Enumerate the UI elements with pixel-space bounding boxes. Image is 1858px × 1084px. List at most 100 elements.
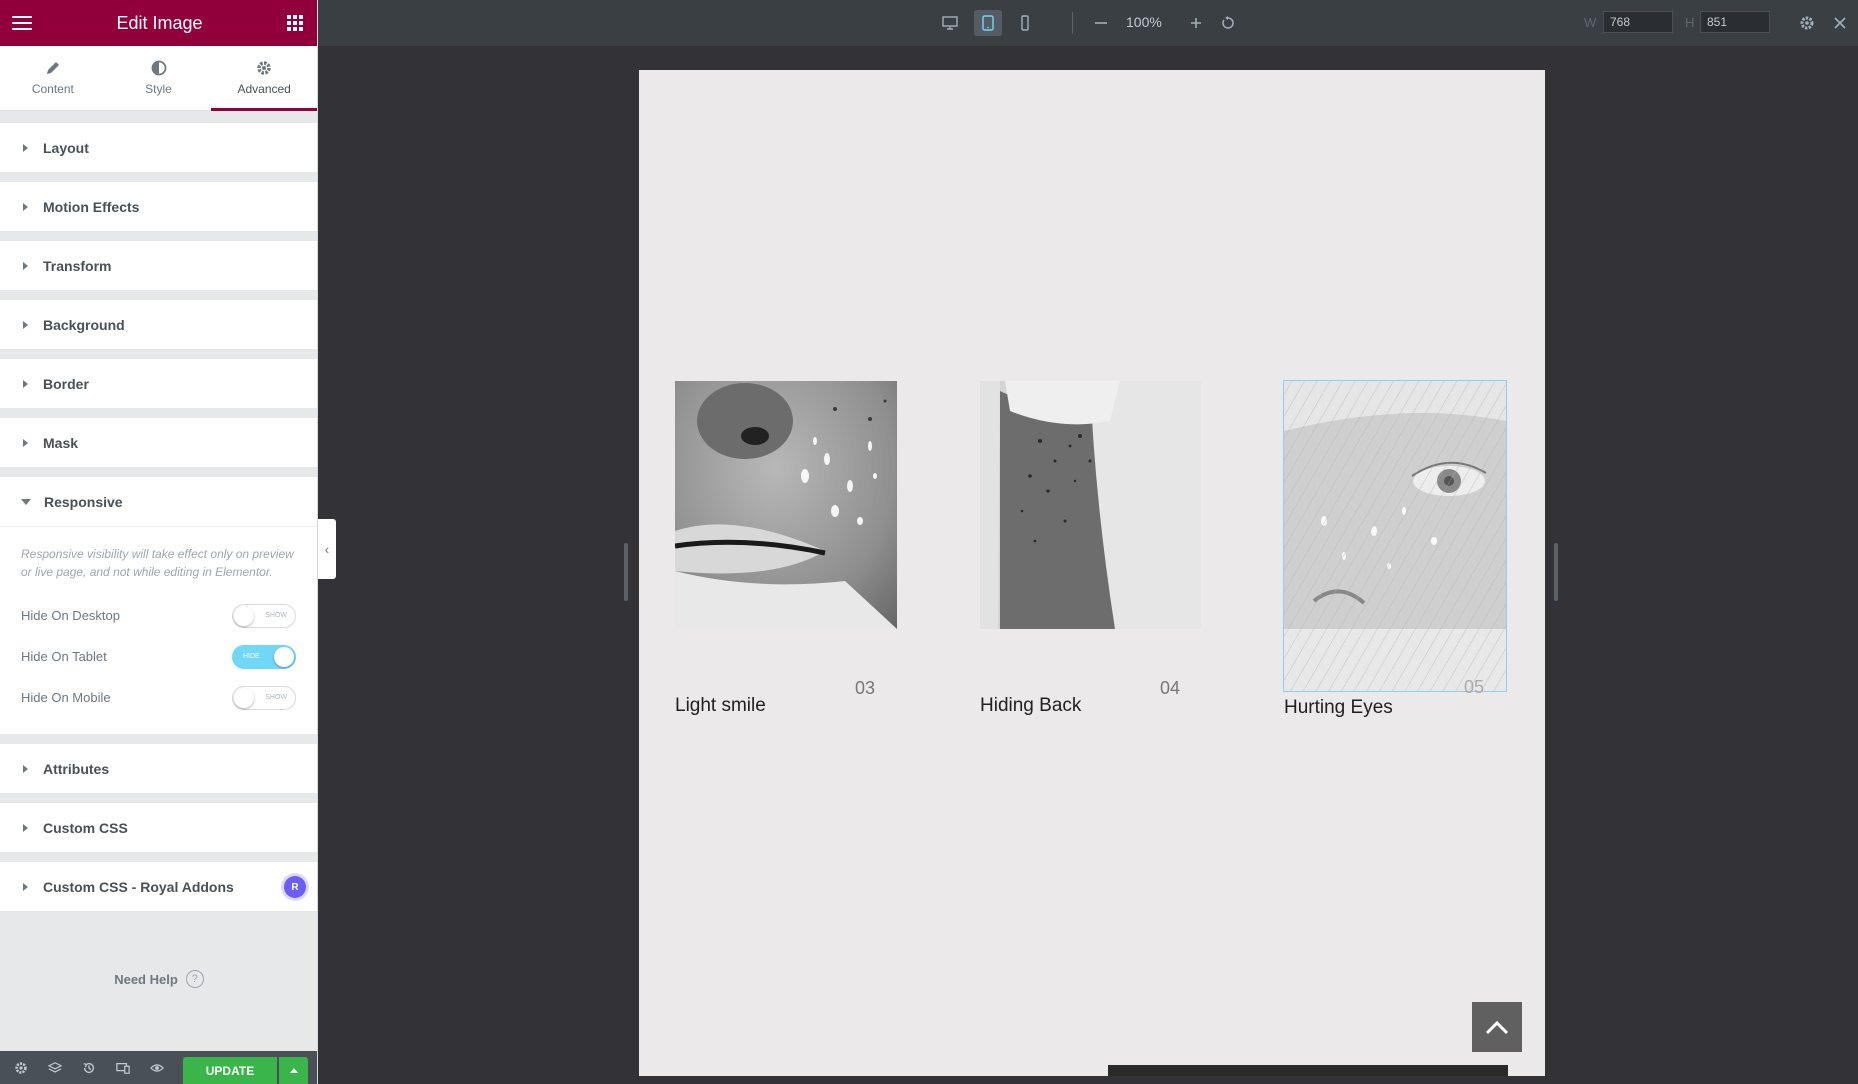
caret-right-icon: [23, 202, 28, 211]
tab-content-label: Content: [31, 82, 74, 96]
tab-content[interactable]: Content: [0, 46, 106, 110]
section-label: Responsive: [44, 493, 123, 510]
card-title: Hurting Eyes: [1284, 697, 1393, 718]
section-motion-effects: Motion Effects: [0, 182, 317, 231]
caret-right-icon: [23, 379, 28, 388]
responsive-mode-icon[interactable]: [110, 1051, 136, 1084]
caret-down-icon: [21, 498, 31, 505]
section-label: Background: [43, 316, 125, 333]
section-list: Layout Motion Effects Transform Backgrou…: [0, 111, 317, 911]
pencil-icon: [46, 62, 59, 74]
section-layout: Layout: [0, 123, 317, 172]
toggle-state: HIDE: [243, 652, 260, 660]
section-label: Custom CSS: [43, 819, 128, 836]
card-number: 03: [855, 678, 876, 698]
section-mask: Mask: [0, 418, 317, 467]
caret-right-icon: [23, 261, 28, 270]
tab-style-label: Style: [145, 82, 172, 96]
width-input[interactable]: [1603, 11, 1673, 33]
update-button[interactable]: UPDATE: [183, 1057, 277, 1084]
section-custom-css: Custom CSS: [0, 803, 317, 852]
need-help-link[interactable]: Need Help ?: [0, 970, 317, 988]
card-image-hiding-back[interactable]: [980, 381, 1201, 629]
zoom-in-icon[interactable]: [1182, 10, 1210, 36]
tab-style[interactable]: Style: [106, 46, 212, 110]
section-attributes: Attributes: [0, 744, 317, 793]
navigator-icon[interactable]: [42, 1051, 68, 1084]
section-label: Custom CSS - Royal Addons: [43, 878, 234, 895]
card-number: 05: [1464, 677, 1485, 697]
canvas-resize-handle-left[interactable]: [624, 543, 628, 601]
widgets-grid-icon[interactable]: [286, 15, 303, 31]
section-attributes-header[interactable]: Attributes: [0, 744, 317, 793]
responsive-panel: Responsive visibility will take effect o…: [0, 526, 317, 734]
reset-zoom-icon[interactable]: [1214, 10, 1242, 36]
caret-right-icon: [23, 882, 28, 891]
zoom-out-icon[interactable]: [1087, 10, 1115, 36]
mobile-view-icon[interactable]: [1011, 10, 1039, 36]
section-border: Border: [0, 359, 317, 408]
toolbar-divider: [1072, 12, 1073, 34]
section-layout-header[interactable]: Layout: [0, 123, 317, 172]
section-label: Border: [43, 375, 89, 392]
caret-right-icon: [23, 438, 28, 447]
responsive-note: Responsive visibility will take effect o…: [21, 547, 294, 579]
section-background: Background: [0, 300, 317, 349]
section-label: Transform: [43, 257, 112, 274]
section-custom-css-royal-header[interactable]: Custom CSS - Royal Addons R: [0, 862, 317, 911]
section-border-header[interactable]: Border: [0, 359, 317, 408]
toggle-knob: [274, 646, 294, 667]
hide-on-mobile-toggle[interactable]: SHOW: [232, 685, 296, 710]
section-mask-header[interactable]: Mask: [0, 418, 317, 467]
section-motion-effects-header[interactable]: Motion Effects: [0, 182, 317, 231]
back-photo-image: [980, 381, 1201, 629]
card-title: Light smile: [675, 695, 766, 716]
hide-on-tablet-label: Hide On Tablet: [21, 649, 107, 664]
toggle-knob: [234, 687, 254, 708]
section-responsive: Responsive Responsive visibility will ta…: [0, 477, 317, 734]
toggle-state: SHOW: [265, 693, 287, 701]
hide-on-desktop-label: Hide On Desktop: [21, 608, 120, 623]
gear-icon: [257, 61, 271, 75]
toggle-state: SHOW: [265, 611, 287, 619]
hide-on-desktop-toggle[interactable]: SHOW: [232, 603, 296, 628]
hide-on-mobile-control: Hide On Mobile SHOW: [21, 677, 296, 718]
selected-element-outline[interactable]: [1283, 380, 1507, 692]
canvas-resize-handle-right[interactable]: [1554, 543, 1558, 601]
need-help-label: Need Help: [114, 971, 178, 987]
caret-right-icon: [23, 143, 28, 152]
chevron-left-icon: ‹: [324, 541, 330, 557]
card-number: 04: [1160, 678, 1181, 698]
update-options-button[interactable]: [279, 1057, 308, 1084]
toggle-knob: [234, 605, 254, 626]
back-to-top-button[interactable]: [1472, 1002, 1522, 1052]
device-settings-icon[interactable]: [1793, 10, 1821, 36]
hide-on-desktop-control: Hide On Desktop SHOW: [21, 595, 296, 636]
desktop-view-icon[interactable]: [936, 10, 964, 36]
width-label: W: [1584, 15, 1597, 30]
section-custom-css-header[interactable]: Custom CSS: [0, 803, 317, 852]
collapse-panel-button[interactable]: ‹: [318, 519, 336, 579]
history-icon[interactable]: [76, 1051, 102, 1084]
section-responsive-header[interactable]: Responsive: [0, 477, 317, 526]
caret-right-icon: [23, 764, 28, 773]
question-icon: ?: [185, 970, 204, 988]
panel-title: Edit Image: [116, 12, 203, 33]
caret-up-icon: [289, 1068, 298, 1073]
tab-advanced[interactable]: Advanced: [211, 46, 317, 111]
height-label: H: [1685, 15, 1695, 30]
tablet-view-icon[interactable]: [974, 10, 1002, 36]
responsive-toolbar: 100% W H: [318, 0, 1858, 46]
section-label: Layout: [43, 139, 89, 156]
section-transform-header[interactable]: Transform: [0, 241, 317, 290]
section-custom-css-royal: Custom CSS - Royal Addons R: [0, 862, 317, 911]
preview-eye-icon[interactable]: [144, 1051, 170, 1084]
close-icon[interactable]: [1826, 10, 1854, 36]
hide-on-tablet-toggle[interactable]: HIDE: [232, 644, 296, 669]
section-background-header[interactable]: Background: [0, 300, 317, 349]
card-image-light-smile[interactable]: [675, 381, 897, 629]
height-input[interactable]: [1700, 11, 1770, 33]
section-label: Attributes: [43, 760, 110, 777]
settings-icon[interactable]: [8, 1051, 34, 1084]
menu-icon[interactable]: [12, 16, 32, 30]
